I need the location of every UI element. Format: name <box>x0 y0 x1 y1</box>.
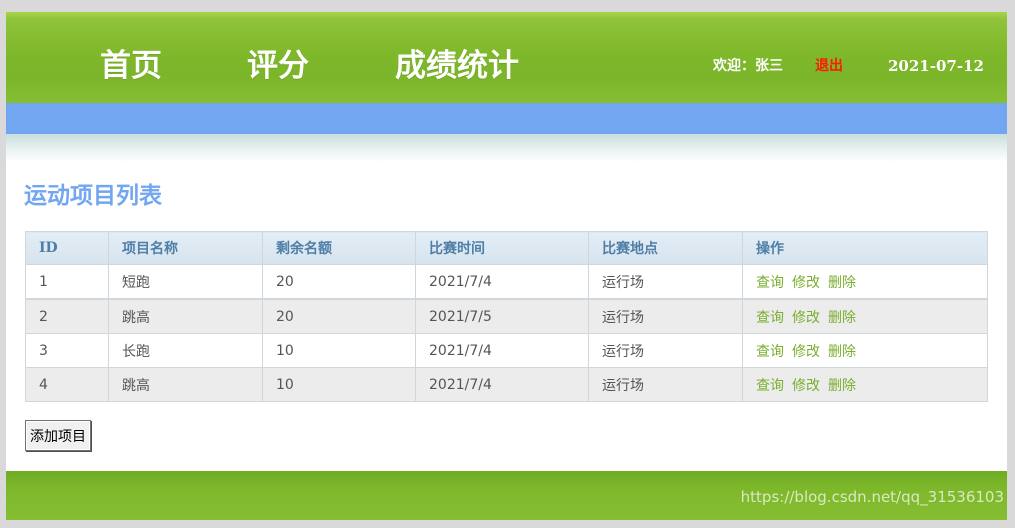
cell-time: 2021/7/4 <box>415 264 589 300</box>
edit-link[interactable]: 修改 <box>792 378 820 394</box>
view-link[interactable]: 查询 <box>756 378 784 394</box>
cell-name: 跳高 <box>108 298 263 334</box>
top-header: 首页 评分 成绩统计 欢迎：张三 退出 2021-07-12 <box>6 12 1007 103</box>
column-header-time: 比赛时间 <box>415 231 589 265</box>
cell-place: 运行场 <box>588 264 743 300</box>
cell-remaining: 20 <box>262 264 416 300</box>
cell-remaining: 10 <box>262 333 416 368</box>
view-link[interactable]: 查询 <box>756 344 784 360</box>
edit-link[interactable]: 修改 <box>792 310 820 326</box>
page-title: 运动项目列表 <box>24 183 162 209</box>
cell-id: 3 <box>25 333 109 368</box>
add-item-button[interactable]: 添加项目 <box>25 420 91 451</box>
nav-score-stats[interactable]: 成绩统计 <box>395 46 519 86</box>
watermark-text: https://blog.csdn.net/qq_31536103 <box>740 488 1004 506</box>
cell-time: 2021/7/5 <box>415 298 589 334</box>
cell-actions: 查询 修改 删除 <box>742 333 988 368</box>
edit-link[interactable]: 修改 <box>792 275 820 291</box>
nav-home[interactable]: 首页 <box>100 46 162 86</box>
logout-link[interactable]: 退出 <box>815 56 843 76</box>
cell-name: 跳高 <box>108 367 263 402</box>
cell-id: 2 <box>25 298 109 334</box>
cell-id: 4 <box>25 367 109 402</box>
welcome-text: 欢迎：张三 <box>713 58 783 74</box>
column-header-id: ID <box>25 231 109 265</box>
cell-place: 运行场 <box>588 298 743 334</box>
cell-time: 2021/7/4 <box>415 367 589 402</box>
cell-name: 长跑 <box>108 333 263 368</box>
table-row: 4 跳高 10 2021/7/4 运行场 查询 修改 删除 <box>25 367 988 402</box>
column-header-name: 项目名称 <box>108 231 263 265</box>
column-header-place: 比赛地点 <box>588 231 743 265</box>
cell-remaining: 20 <box>262 298 416 334</box>
sports-table: ID 项目名称 剩余名额 比赛时间 比赛地点 操作 1 短跑 20 2021/7… <box>25 231 988 402</box>
cell-remaining: 10 <box>262 367 416 402</box>
edit-link[interactable]: 修改 <box>792 344 820 360</box>
nav-scoring[interactable]: 评分 <box>247 46 309 86</box>
cell-actions: 查询 修改 删除 <box>742 298 988 334</box>
delete-link[interactable]: 删除 <box>828 275 856 291</box>
table-header-row: ID 项目名称 剩余名额 比赛时间 比赛地点 操作 <box>25 231 988 265</box>
view-link[interactable]: 查询 <box>756 310 784 326</box>
delete-link[interactable]: 删除 <box>828 310 856 326</box>
table-row: 2 跳高 20 2021/7/5 运行场 查询 修改 删除 <box>25 298 988 334</box>
cell-name: 短跑 <box>108 264 263 300</box>
page-frame: 首页 评分 成绩统计 欢迎：张三 退出 2021-07-12 运动项目列表 ID… <box>6 12 1007 520</box>
column-header-actions: 操作 <box>742 231 988 265</box>
blue-divider-bar <box>6 103 1007 134</box>
cell-place: 运行场 <box>588 367 743 402</box>
cell-actions: 查询 修改 删除 <box>742 367 988 402</box>
delete-link[interactable]: 删除 <box>828 378 856 394</box>
table-row: 1 短跑 20 2021/7/4 运行场 查询 修改 删除 <box>25 264 988 300</box>
column-header-remaining: 剩余名额 <box>262 231 416 265</box>
current-date: 2021-07-12 <box>888 57 984 75</box>
delete-link[interactable]: 删除 <box>828 344 856 360</box>
cell-id: 1 <box>25 264 109 300</box>
fade-divider <box>6 134 1007 162</box>
table-row: 3 长跑 10 2021/7/4 运行场 查询 修改 删除 <box>25 333 988 368</box>
cell-actions: 查询 修改 删除 <box>742 264 988 300</box>
cell-time: 2021/7/4 <box>415 333 589 368</box>
cell-place: 运行场 <box>588 333 743 368</box>
view-link[interactable]: 查询 <box>756 275 784 291</box>
